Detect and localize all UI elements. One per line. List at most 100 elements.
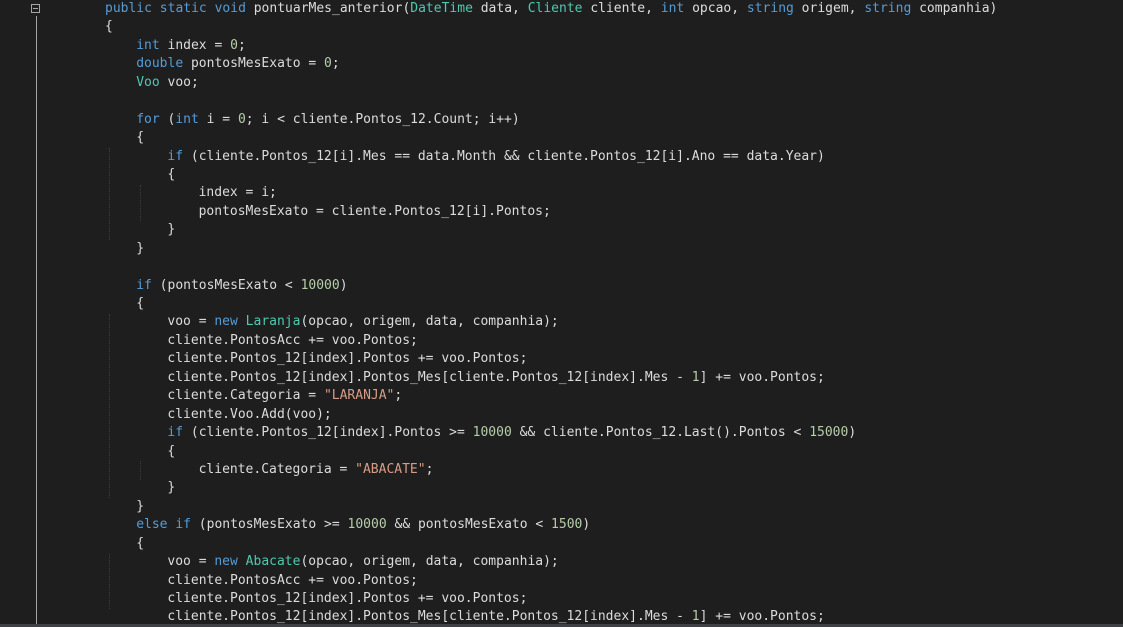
code-token-plain: && pontosMesExato < [386,517,552,533]
code-token-keyword: if [167,425,184,441]
code-token-plain: cliente.PontosAcc += voo.Pontos; [167,572,418,588]
indent-guide [109,313,110,499]
code-line[interactable]: cliente.Pontos_12[index].Pontos += voo.P… [105,350,1123,368]
code-token-number: 10000 [472,425,512,441]
code-token-number: 1500 [551,517,583,533]
code-token-plain: (opcao, origem, data, companhia); [300,314,559,330]
code-token-plain: ; [237,37,246,53]
code-line[interactable]: } [105,479,1123,497]
code-line[interactable]: } [105,498,1123,516]
code-token-plain: (cliente.Pontos_12[index].Pontos >= [183,425,473,441]
code-token-plain: cliente.Pontos_12[index].Pontos_Mes[clie… [167,609,692,625]
code-token-plain: ) [848,425,857,441]
code-line[interactable]: if (pontosMesExato < 10000) [105,277,1123,295]
code-token-type: Abacate [245,554,301,570]
code-line[interactable]: else if (pontosMesExato >= 10000 && pont… [105,516,1123,534]
code-token-type: Voo [136,74,160,90]
code-token-keyword: if [175,517,191,533]
code-token-plain: cliente.Pontos_12[index].Pontos_Mes[clie… [167,369,692,385]
code-token-plain: cliente, [582,1,661,16]
code-token-plain: } [136,240,145,256]
code-token-keyword: int [175,111,199,127]
code-token-plain: } [167,222,176,238]
code-line[interactable]: if (cliente.Pontos_12[i].Mes == data.Mon… [105,148,1123,166]
code-line[interactable]: if (cliente.Pontos_12[index].Pontos >= 1… [105,424,1123,442]
code-token-keyword: string [864,1,912,16]
code-token-plain: (cliente.Pontos_12[i].Mes == data.Month … [183,148,825,164]
code-token-plain: } [136,498,145,514]
code-token-plain: { [136,130,145,146]
code-token-plain: index = i; [198,185,277,201]
code-line[interactable]: Voo voo; [105,74,1123,92]
collapse-icon[interactable] [31,4,40,13]
code-editor[interactable]: public static void pontuarMes_anterior(D… [0,0,1123,627]
code-line[interactable]: voo = new Abacate(opcao, origem, data, c… [105,553,1123,571]
code-line[interactable]: voo = new Laranja(opcao, origem, data, c… [105,313,1123,331]
code-token-keyword: static [159,1,207,16]
code-token-plain: data, [472,1,528,16]
code-line[interactable]: for (int i = 0; i < cliente.Pontos_12.Co… [105,111,1123,129]
code-line[interactable]: { [105,129,1123,147]
indent-guide [109,147,110,240]
code-token-number: 0 [237,111,246,127]
code-line[interactable]: pontosMesExato = cliente.Pontos_12[i].Po… [105,203,1123,221]
code-token-plain: ; [425,461,434,477]
code-line[interactable]: cliente.PontosAcc += voo.Pontos; [105,572,1123,590]
code-token-string: "ABACATE" [355,461,426,477]
code-line[interactable]: cliente.Categoria = "LARANJA"; [105,387,1123,405]
code-token-keyword: else [136,517,168,533]
code-line[interactable]: index = i; [105,184,1123,202]
code-token-plain: cliente.Categoria = [198,461,356,477]
code-line[interactable]: } [105,221,1123,239]
code-token-type: Laranja [245,314,301,330]
code-line[interactable] [105,258,1123,276]
fold-range-line [36,16,37,627]
code-token-keyword: public [105,1,152,16]
code-line[interactable]: } [105,240,1123,258]
code-token-plain: ; [394,388,403,404]
code-token-plain: origem, [793,1,865,16]
code-line[interactable]: double pontosMesExato = 0; [105,55,1123,73]
code-line[interactable] [105,92,1123,110]
indent-guide [140,184,142,222]
code-line[interactable]: cliente.Voo.Add(voo); [105,406,1123,424]
code-line[interactable]: { [105,166,1123,184]
code-token-plain: { [167,443,176,459]
indent-guide [109,553,110,609]
code-token-plain: i = [198,111,238,127]
code-token-plain: voo = [167,554,215,570]
code-token-plain: index = [159,37,231,53]
code-token-plain: cliente.Categoria = [167,388,324,404]
code-line[interactable]: cliente.Pontos_12[index].Pontos += voo.P… [105,590,1123,608]
code-token-plain: cliente.PontosAcc += voo.Pontos; [167,332,418,348]
code-token-plain: pontuarMes_anterior( [245,1,411,16]
code-line[interactable]: cliente.Pontos_12[index].Pontos_Mes[clie… [105,369,1123,387]
code-token-keyword: new [214,554,238,570]
code-token-keyword: if [136,277,152,293]
code-token-plain: pontosMesExato = [183,56,325,72]
code-line[interactable]: { [105,535,1123,553]
code-token-keyword: for [136,111,160,127]
code-area[interactable]: public static void pontuarMes_anterior(D… [105,0,1123,627]
code-token-plain: ] += voo.Pontos; [699,369,825,385]
code-token-plain: opcao, [684,1,747,16]
code-token-keyword: string [746,1,794,16]
code-token-number: 10000 [300,277,340,293]
code-token-plain: (opcao, origem, data, companhia); [300,554,559,570]
code-line[interactable]: { [105,295,1123,313]
code-line[interactable]: cliente.PontosAcc += voo.Pontos; [105,332,1123,350]
code-line[interactable]: public static void pontuarMes_anterior(D… [105,0,1123,18]
code-line[interactable]: { [105,18,1123,36]
code-token-plain: ; i < cliente.Pontos_12.Count; i++) [245,111,520,127]
code-token-plain: { [105,19,113,35]
code-token-number: 1 [691,369,700,385]
code-line[interactable]: { [105,443,1123,461]
code-token-number: 1 [691,609,700,625]
code-token-plain: } [167,480,176,496]
code-line[interactable]: int index = 0; [105,37,1123,55]
code-token-plain: cliente.Voo.Add(voo); [167,406,332,422]
code-line[interactable]: cliente.Categoria = "ABACATE"; [105,461,1123,479]
